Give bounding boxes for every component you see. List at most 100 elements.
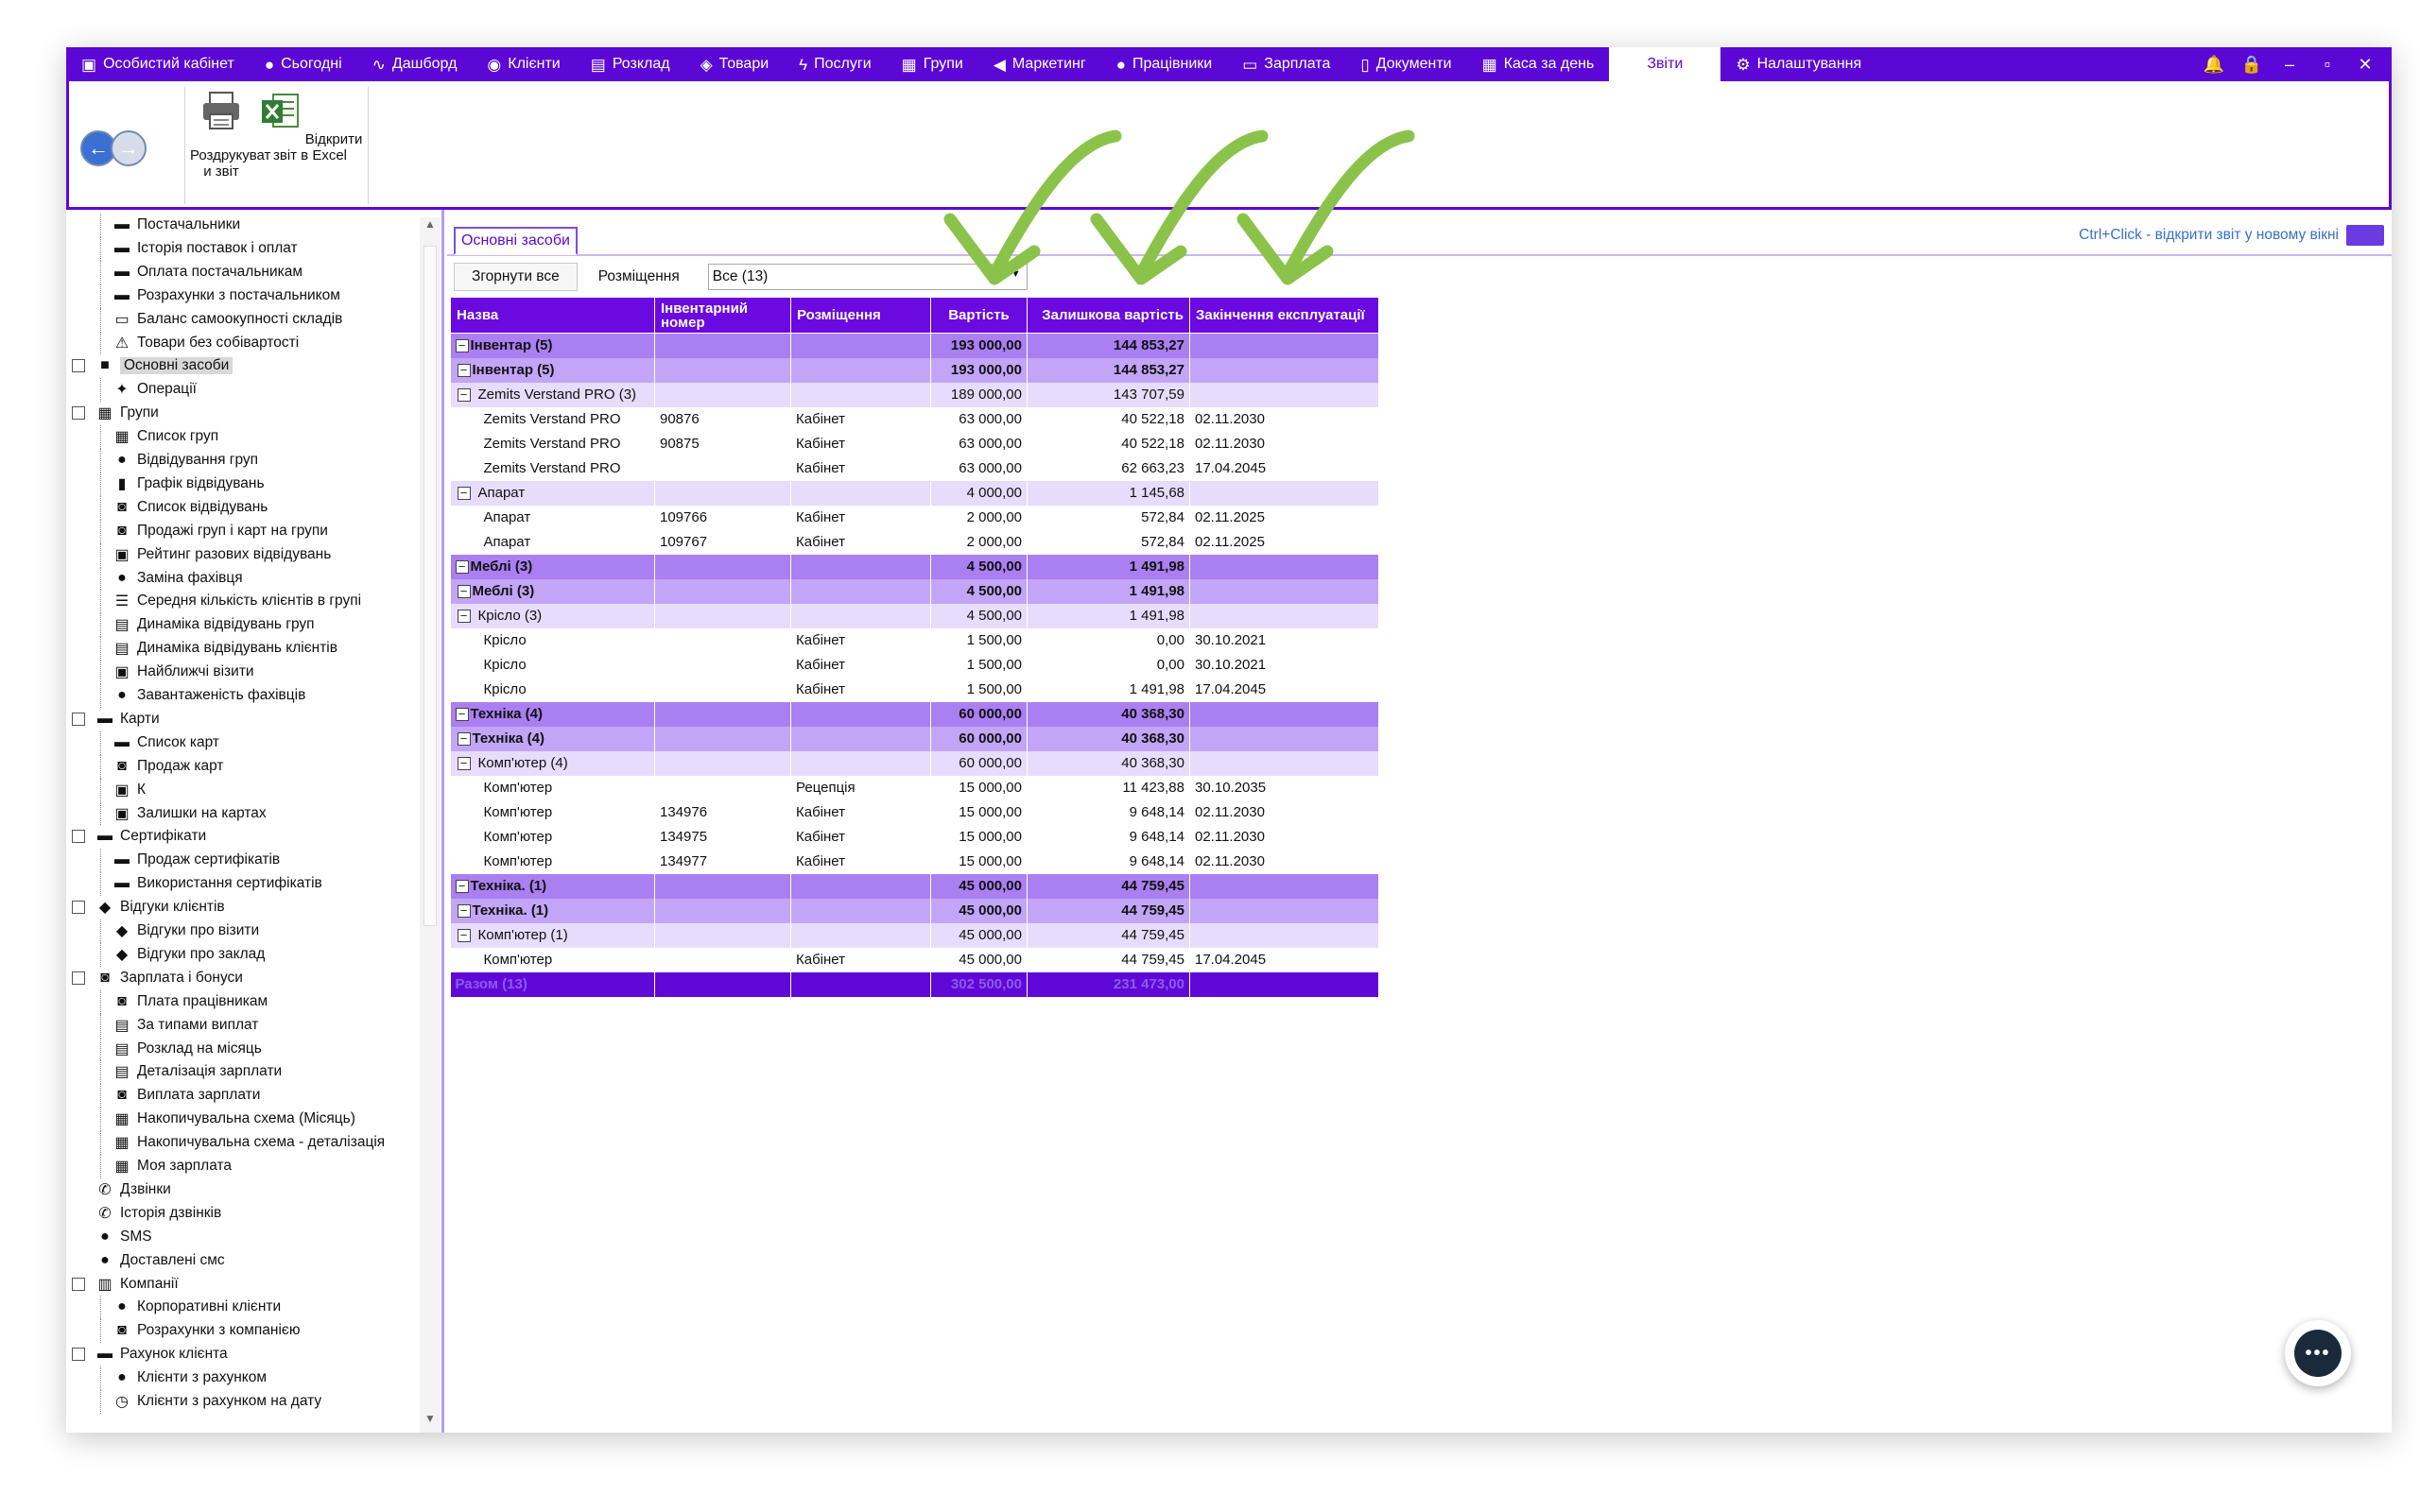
collapse-toggle-icon[interactable]: − [457, 585, 471, 599]
group-row[interactable]: − Техніка (4) 60 000,00 40 368,30 [450, 701, 1379, 727]
nav-item-5[interactable]: ◈ Товари [685, 47, 785, 81]
column-header-residual-cost[interactable]: Залишкова вартість [1027, 297, 1190, 334]
collapse-toggle-icon[interactable]: − [457, 610, 471, 624]
collapse-toggle-icon[interactable]: − [457, 904, 471, 919]
table-row[interactable]: Комп'ютер 134977 Кабінет 15 000,00 9 648,14 0… [450, 849, 1379, 874]
table-row[interactable]: Апарат 109766 Кабінет 2 000,00 572,84 02.11.2… [450, 505, 1379, 530]
group-row[interactable]: − Техніка. (1) 45 000,00 44 759,45 [450, 873, 1379, 899]
nav-item-13[interactable]: Звіти [1609, 47, 1721, 81]
table-row[interactable]: Крісло Кабінет 1 500,00 0,00 30.10.2021 [450, 652, 1379, 678]
collapse-toggle-icon[interactable]: − [457, 487, 471, 501]
tree-item[interactable]: ⚠ Товари без собівартості [112, 332, 299, 354]
group-row[interactable]: − Меблі (3) 4 500,00 1 491,98 [450, 554, 1379, 579]
tree-expander[interactable] [72, 1348, 85, 1362]
tree-item[interactable]: ◷ Клієнти з рахунком на дату [112, 1390, 321, 1413]
nav-item-10[interactable]: ▭ Зарплата [1227, 47, 1345, 81]
tree-item[interactable]: ◙ Виплата зарплати [112, 1084, 260, 1107]
group-row[interactable]: − Інвентар (5) 193 000,00 144 853,27 [450, 333, 1379, 358]
tree-item[interactable]: ▬ Карти [95, 708, 160, 730]
tree-item[interactable]: ▬ Рахунок клієнта [95, 1343, 228, 1366]
nav-item-11[interactable]: ▯ Документи [1345, 47, 1466, 81]
close-icon[interactable]: ✕ [2346, 55, 2384, 75]
column-header-placement[interactable]: Розміщення [790, 297, 931, 334]
tree-item[interactable]: ▦ Список груп [112, 425, 218, 448]
column-header-cost[interactable]: Вартість [930, 297, 1028, 334]
table-row[interactable]: Комп'ютер 134976 Кабінет 15 000,00 9 648,14 0… [450, 799, 1379, 825]
column-header-inventory-number[interactable]: Інвентарний номер [654, 297, 791, 334]
collapse-toggle-icon[interactable]: − [457, 364, 471, 378]
collapse-toggle-icon[interactable]: − [457, 757, 471, 771]
group-row[interactable]: − Техніка (4) 60 000,00 40 368,30 [450, 726, 1379, 751]
window-toggle-icon[interactable] [2346, 225, 2384, 246]
table-row[interactable]: Апарат 109767 Кабінет 2 000,00 572,84 02.11.2… [450, 529, 1379, 555]
tree-item[interactable]: ▦ Моя зарплата [112, 1155, 232, 1177]
table-row[interactable]: Zemits Verstand PRO Кабінет 63 000,00 62 66… [450, 455, 1379, 481]
table-row[interactable]: Крісло Кабінет 1 500,00 1 491,98 17.04.2045 [450, 677, 1379, 702]
tree-item[interactable]: ▦ Накопичувальна схема (Місяць) [112, 1108, 354, 1130]
tree-item[interactable]: ▬ Оплата постачальникам [112, 261, 302, 284]
group-row[interactable]: − Апарат 4 000,00 1 145,68 [450, 480, 1379, 506]
nav-item-3[interactable]: ◉ Клієнти [472, 47, 575, 81]
table-row[interactable]: Комп'ютер Кабінет 45 000,00 44 759,45 17.04.… [450, 947, 1379, 972]
collapse-toggle-icon[interactable]: − [455, 560, 469, 575]
nav-item-6[interactable]: ϟ Послуги [784, 47, 887, 81]
tree-item[interactable]: ● Завантаженість фахівців [112, 684, 305, 707]
tree-item[interactable]: ▬ Сертифікати [95, 825, 206, 848]
tree-item[interactable]: ● SMS [95, 1226, 151, 1248]
nav-item-14[interactable]: ⚙ Налаштування [1720, 47, 1876, 81]
tree-item[interactable]: ● Клієнти з рахунком [112, 1366, 267, 1389]
nav-item-0[interactable]: ▣ Особистий кабінет [66, 47, 250, 81]
tree-item[interactable]: ▤ Динаміка відвідувань клієнтів [112, 637, 337, 660]
tab-fixed-assets[interactable]: Основні засоби [454, 227, 578, 255]
tree-item[interactable]: ◙ Плата працівникам [112, 990, 268, 1013]
tree-item[interactable]: ▬ Історія поставок і оплат [112, 237, 298, 260]
tree-item[interactable]: ● Заміна фахівця [112, 567, 243, 590]
nav-item-2[interactable]: ∿ Дашборд [357, 47, 473, 81]
forward-arrow-icon[interactable]: → [111, 130, 147, 166]
tree-item[interactable]: ✆ Історія дзвінків [95, 1202, 221, 1225]
tree-item[interactable]: ▣ Найближчі візити [112, 661, 253, 683]
table-row[interactable]: Комп'ютер 134975 Кабінет 15 000,00 9 648,14 0… [450, 824, 1379, 850]
tree-item[interactable]: ▬ Використання сертифікатів [112, 872, 322, 895]
group-row[interactable]: − Крісло (3) 4 500,00 1 491,98 [450, 603, 1379, 628]
total-row[interactable]: Разом (13) 302 500,00 231 473,00 [450, 971, 1379, 997]
lock-icon[interactable]: 🔒 [2233, 55, 2271, 75]
tree-item[interactable]: ▣ К [112, 779, 146, 801]
tree-item[interactable]: ▬ Постачальники [112, 214, 240, 236]
tree-item[interactable]: ✆ Дзвінки [95, 1178, 171, 1201]
nav-item-1[interactable]: ● Сьогодні [250, 47, 357, 81]
scroll-down-icon[interactable]: ▼ [420, 1412, 441, 1433]
collapse-toggle-icon[interactable]: − [457, 732, 471, 747]
tree-item[interactable]: ✦ Операції [112, 378, 197, 401]
table-row[interactable]: Комп'ютер Рецепція 15 000,00 11 423,88 30.10… [450, 775, 1379, 800]
collapse-toggle-icon[interactable]: − [457, 388, 471, 403]
bell-icon[interactable]: 🔔 [2195, 55, 2233, 75]
tree-item[interactable]: ■ Основні засоби [95, 354, 233, 377]
tree-item[interactable]: ▣ Залишки на картах [112, 802, 266, 825]
restore-icon[interactable]: ▫ [2308, 55, 2346, 75]
collapse-toggle-icon[interactable]: − [455, 880, 469, 894]
tree-item[interactable]: ◙ Продаж карт [112, 755, 223, 778]
tree-expander[interactable] [72, 971, 85, 985]
nav-item-9[interactable]: ● Працівники [1101, 47, 1228, 81]
tree-item[interactable]: ● Корпоративні клієнти [112, 1296, 281, 1318]
tree-item[interactable]: ◙ Зарплата і бонуси [95, 967, 243, 989]
tree-item[interactable]: ▬ Продаж сертифікатів [112, 849, 280, 871]
tree-item[interactable]: ◆ Відгуки клієнтів [95, 896, 225, 919]
minimize-icon[interactable]: – [2271, 55, 2308, 75]
tree-item[interactable]: ▬ Список карт [112, 731, 219, 754]
tree-item[interactable]: ▦ Групи [95, 402, 158, 424]
nav-item-8[interactable]: ◀ Маркетинг [978, 47, 1101, 81]
table-row[interactable]: Zemits Verstand PRO 90876 Кабінет 63 000,00… [450, 406, 1379, 432]
tree-item[interactable]: ▭ Баланс самоокупності складів [112, 308, 342, 331]
group-row[interactable]: − Zemits Verstand PRO (3) 189 000,00 143 70… [450, 382, 1379, 407]
tree-item[interactable]: ◙ Продажі груп і карт на групи [112, 520, 328, 542]
collapse-toggle-icon[interactable]: − [457, 929, 471, 943]
tree-expander[interactable] [72, 830, 85, 844]
column-header-name[interactable]: Назва [450, 297, 655, 334]
tree-expander[interactable] [72, 712, 85, 726]
table-row[interactable]: Крісло Кабінет 1 500,00 0,00 30.10.2021 [450, 627, 1379, 653]
print-report-button[interactable]: Роздрукуват и звіт [190, 89, 270, 180]
tree-item[interactable]: ☰ Середня кількість клієнтів в групі [112, 590, 361, 612]
placement-select[interactable]: Все (13) ▼ [707, 264, 1028, 290]
